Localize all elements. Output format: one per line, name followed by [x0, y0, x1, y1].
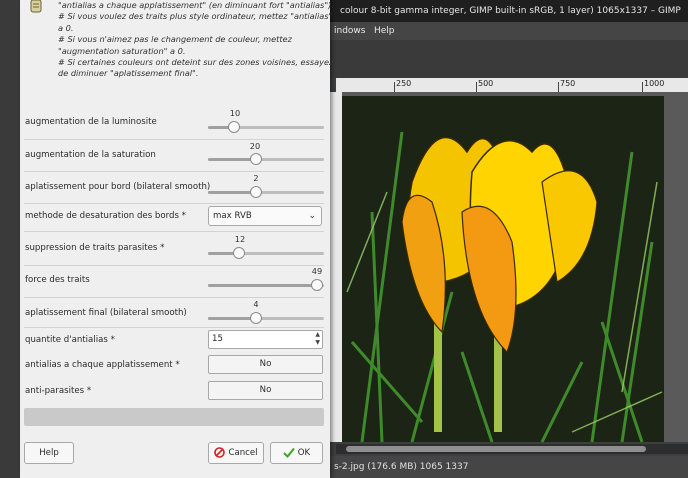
suppression-slider[interactable]: [208, 247, 324, 259]
separator: [24, 203, 324, 204]
ruler-label: 1000: [644, 79, 665, 88]
slider-fill: [208, 284, 318, 287]
slider-handle[interactable]: [249, 186, 262, 198]
spin-up-icon[interactable]: ▲: [315, 332, 320, 338]
help-line: # Si vous n'aimez pas le changement de c…: [58, 34, 292, 45]
help-line: # Si certaines couleurs ont deteint sur …: [58, 57, 334, 68]
horizontal-ruler[interactable]: 250 500 750 1000: [336, 78, 688, 93]
help-line: a 0.: [58, 22, 74, 33]
ok-button[interactable]: OK: [270, 442, 323, 464]
antialias-qty-value: 15: [212, 334, 223, 344]
desat-method-value: max RVB: [213, 211, 252, 221]
antialias-qty-spinbox[interactable]: 15 ▲ ▼: [208, 330, 323, 349]
plugin-dialog: "antialias a chaque applatissement" (en …: [20, 0, 334, 478]
ruler-tick: [558, 82, 559, 92]
slider-handle[interactable]: [249, 312, 262, 324]
crocus-image: [342, 96, 688, 443]
ruler-label: 500: [478, 79, 494, 88]
horizontal-scrollbar[interactable]: [336, 444, 688, 454]
background-window-edge: [0, 0, 20, 478]
gimp-title-bar: colour 8-bit gamma integer, GIMP built-i…: [330, 0, 688, 22]
force-value: 49: [311, 266, 323, 276]
scrollbar-thumb[interactable]: [346, 446, 646, 452]
aplat-final-slider[interactable]: [208, 312, 324, 324]
progress-bar: [24, 408, 324, 426]
help-line: "antialias a chaque applatissement" (en …: [58, 0, 334, 10]
antiparasites-label: anti-parasites *: [25, 386, 92, 396]
ruler-tick: [476, 82, 477, 92]
separator: [24, 171, 324, 172]
aplat-bord-slider[interactable]: [208, 186, 324, 198]
image-canvas[interactable]: [342, 92, 688, 443]
help-description: "antialias a chaque applatissement" (en …: [58, 0, 334, 80]
gimp-window-title: colour 8-bit gamma integer, GIMP built-i…: [340, 6, 681, 16]
slider-handle[interactable]: [233, 247, 246, 259]
slider-handle[interactable]: [249, 153, 262, 165]
separator: [24, 139, 324, 140]
desat-method-select[interactable]: max RVB ⌄: [208, 206, 322, 226]
slider-fill: [208, 317, 256, 320]
checkmark-icon: [283, 447, 295, 458]
help-button-label: Help: [39, 448, 59, 458]
antialias-each-toggle[interactable]: No: [208, 355, 323, 374]
antialias-each-label: antialias a chaque applatissement *: [25, 360, 180, 370]
luminosite-label: augmentation de la luminosite: [25, 117, 157, 127]
suppression-value: 12: [234, 234, 246, 244]
force-slider[interactable]: [208, 279, 324, 291]
force-label: force des traits: [25, 275, 90, 285]
antiparasites-toggle[interactable]: No: [208, 381, 323, 400]
gimp-status-bar: s-2.jpg (176.6 MB) 1065 1337: [330, 456, 688, 478]
saturation-label: augmentation de la saturation: [25, 150, 156, 160]
cancel-button-label: Cancel: [228, 448, 258, 458]
slider-handle[interactable]: [311, 279, 324, 291]
luminosite-slider[interactable]: [208, 121, 324, 133]
aplat-final-label: aplatissement final (bilateral smooth): [25, 308, 187, 318]
slider-fill: [208, 191, 256, 194]
suppression-label: suppression de traits parasites *: [25, 243, 165, 253]
ruler-tick: [394, 82, 395, 92]
luminosite-value: 10: [229, 108, 241, 118]
cancel-icon: [214, 447, 226, 458]
antialias-qty-label: quantite d'antialias *: [25, 335, 115, 345]
ok-button-label: OK: [297, 448, 311, 458]
spin-down-icon[interactable]: ▼: [315, 340, 320, 346]
help-line: # Si vous voulez des traits plus style o…: [58, 11, 333, 22]
gimp-menubar: indows Help: [330, 22, 688, 40]
help-button[interactable]: Help: [24, 442, 74, 464]
ruler-tick: [642, 82, 643, 92]
slider-fill: [208, 158, 256, 161]
menu-windows[interactable]: indows: [334, 22, 365, 40]
ruler-label: 750: [560, 79, 576, 88]
aplat-bord-value: 2: [253, 173, 259, 183]
saturation-slider[interactable]: [208, 153, 324, 165]
slider-handle[interactable]: [227, 121, 240, 133]
help-line: "augmentation saturation" a 0.: [58, 45, 186, 56]
separator: [24, 231, 324, 232]
cancel-button[interactable]: Cancel: [208, 442, 264, 464]
ruler-label: 250: [396, 79, 412, 88]
separator: [24, 265, 324, 266]
desat-method-label: methode de desaturation des bords *: [25, 211, 186, 221]
status-text: s-2.jpg (176.6 MB) 1065 1337: [334, 462, 469, 472]
separator: [24, 297, 324, 298]
help-line: de diminuer "aplatissement final".: [58, 68, 199, 79]
aplat-bord-label: aplatissement pour bord (bilateral smoot…: [25, 182, 211, 192]
menu-help[interactable]: Help: [374, 22, 395, 40]
gimp-toolbar-area: [330, 40, 688, 78]
saturation-value: 20: [249, 141, 261, 151]
chevron-down-icon: ⌄: [308, 211, 316, 221]
aplat-final-value: 4: [253, 299, 259, 309]
separator: [24, 327, 324, 328]
plugin-icon: [30, 0, 42, 13]
